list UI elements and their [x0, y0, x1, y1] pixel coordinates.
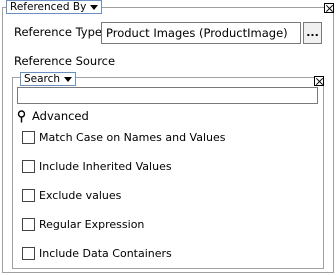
referenced-by-dropdown[interactable]: Referenced By [6, 0, 103, 14]
exclude-values-checkbox[interactable] [22, 189, 35, 202]
referenced-by-label: Referenced By [10, 1, 87, 13]
regular-expression-option[interactable]: Regular Expression [22, 217, 144, 232]
regular-expression-label: Regular Expression [39, 218, 145, 231]
browse-button[interactable]: ... [303, 22, 322, 44]
chevron-down-icon [90, 4, 99, 10]
include-data-containers-option[interactable]: Include Data Containers [22, 246, 172, 261]
exclude-values-option[interactable]: Exclude values [22, 188, 121, 203]
search-label: Search [24, 73, 61, 85]
include-inherited-option[interactable]: Include Inherited Values [22, 159, 172, 174]
search-dropdown[interactable]: Search [20, 72, 77, 86]
panel-close-icon[interactable] [324, 3, 334, 13]
include-data-containers-label: Include Data Containers [39, 247, 172, 260]
advanced-label: Advanced [32, 109, 89, 123]
search-close-icon[interactable] [314, 76, 324, 86]
pin-icon [17, 109, 26, 122]
advanced-toggle[interactable]: Advanced [17, 109, 89, 123]
reference-type-field[interactable]: Product Images (ProductImage) [101, 22, 301, 44]
chevron-down-icon [64, 76, 73, 82]
include-data-containers-checkbox[interactable] [22, 247, 35, 260]
search-input[interactable] [17, 87, 318, 104]
reference-type-label: Reference Type [14, 25, 102, 39]
match-case-label: Match Case on Names and Values [39, 131, 226, 144]
reference-source-label: Reference Source [14, 54, 116, 68]
regular-expression-checkbox[interactable] [22, 218, 35, 231]
include-inherited-label: Include Inherited Values [39, 160, 172, 173]
include-inherited-checkbox[interactable] [22, 160, 35, 173]
exclude-values-label: Exclude values [39, 189, 122, 202]
match-case-option[interactable]: Match Case on Names and Values [22, 130, 225, 145]
match-case-checkbox[interactable] [22, 131, 35, 144]
